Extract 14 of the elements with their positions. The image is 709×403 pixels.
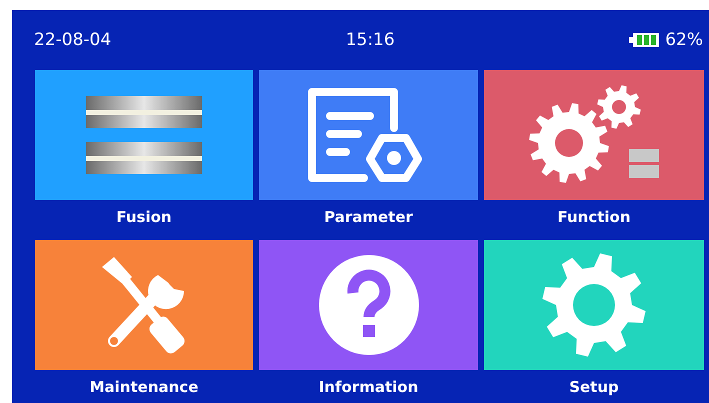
help-icon [318, 255, 418, 355]
menu-tile[interactable]: Function [484, 70, 704, 240]
settings-icon [542, 253, 646, 357]
menu-tile[interactable]: Setup [484, 240, 704, 403]
date-text: 22-08-04 [34, 30, 112, 50]
battery-percent: 62% [665, 30, 703, 50]
fiber-bars-icon [86, 96, 202, 174]
menu-tile[interactable]: Maintenance [35, 240, 253, 403]
menu-tile[interactable]: Information [259, 240, 478, 403]
menu-tile[interactable]: Parameter [259, 70, 478, 240]
time-text: 15:16 [346, 30, 395, 50]
gears-icon [529, 85, 659, 185]
menu-tile[interactable]: Fusion [35, 70, 253, 240]
battery-icon [629, 33, 660, 47]
